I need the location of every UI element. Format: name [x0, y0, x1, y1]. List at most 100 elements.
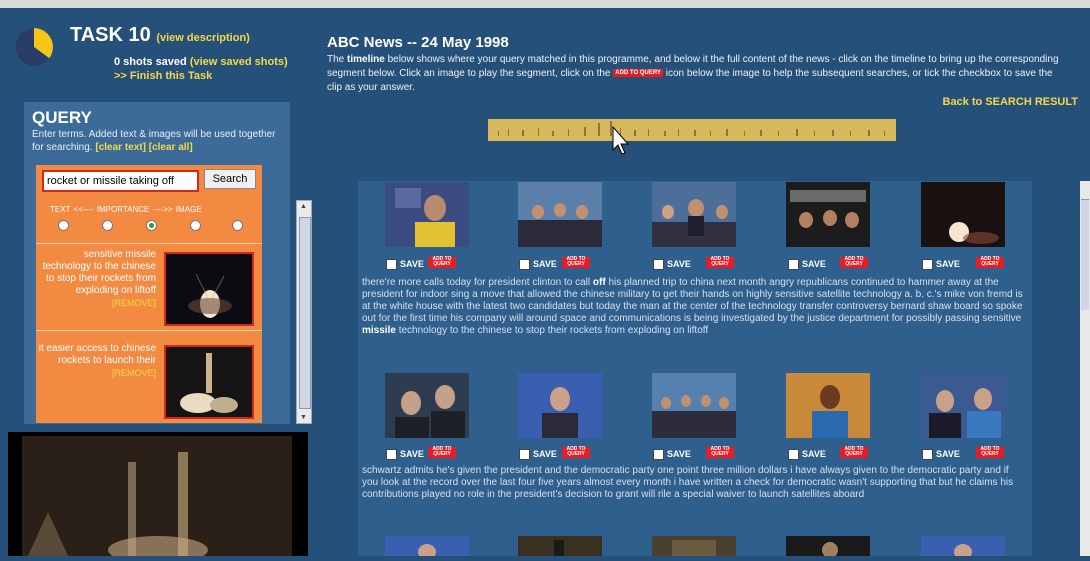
scrollbar-thumb[interactable]: [1081, 199, 1089, 310]
description-text: The: [327, 54, 348, 65]
scrollbar-thumb[interactable]: [299, 217, 311, 409]
segment-transcript: there're more calls today for president …: [362, 277, 1027, 337]
add-to-query-button[interactable]: ADD TO QUERY: [428, 257, 456, 268]
shots-saved-line: 0 shots saved (view saved shots): [114, 56, 288, 68]
this-week-image-icon: [385, 536, 469, 556]
studio-image-icon: [518, 536, 602, 556]
query-item-text: sensitive missile technology to the chin…: [42, 249, 156, 296]
matched-term: off: [592, 277, 606, 288]
woman-interview-image-icon: [786, 373, 870, 438]
add-to-query-button[interactable]: ADD TO QUERY: [840, 257, 868, 268]
transcript-text: there're more calls today for president …: [362, 277, 593, 288]
person-image-icon: [786, 536, 870, 556]
description-timeline-word: timeline: [347, 54, 385, 65]
importance-radio-1[interactable]: [58, 220, 69, 231]
importance-radio-4[interactable]: [190, 220, 201, 231]
clear-text-link[interactable]: [clear text]: [95, 142, 146, 153]
shots-saved-count: 0 shots saved: [114, 56, 187, 68]
save-label: SAVE: [802, 259, 826, 269]
rocket-launch-image-icon: [166, 347, 252, 417]
save-checkbox[interactable]: [386, 449, 397, 460]
press-conference-image-icon: [786, 182, 870, 247]
panel-discussion-image-icon: [518, 182, 602, 247]
this-week-interview-image-icon: [518, 373, 602, 438]
office-image-icon: [652, 536, 736, 556]
shot-thumbnail[interactable]: [921, 182, 1005, 247]
query-item-1: sensitive missile technology to the chin…: [38, 249, 156, 310]
shot-thumbnail[interactable]: [518, 536, 602, 556]
panel-discussion-image-icon: [652, 373, 736, 438]
shot-thumbnail[interactable]: [921, 373, 1005, 438]
back-to-search-result-link[interactable]: Back to SEARCH RESULT: [943, 96, 1078, 108]
shot-thumbnail[interactable]: [786, 182, 870, 247]
add-to-query-button[interactable]: ADD TO QUERY: [976, 257, 1004, 268]
query-item-1-thumbnail[interactable]: [164, 252, 254, 326]
shot-thumbnail[interactable]: [652, 536, 736, 556]
remove-link[interactable]: [REMOVE]: [112, 368, 156, 378]
save-checkbox[interactable]: [519, 449, 530, 460]
importance-scale-label: TEXT <<---- IMPORTANCE ---->> IMAGE: [50, 205, 202, 214]
add-to-query-button[interactable]: ADD TO QUERY: [562, 257, 590, 268]
shot-thumbnail[interactable]: [652, 182, 736, 247]
save-checkbox[interactable]: [386, 259, 397, 270]
importance-radio-5[interactable]: [232, 220, 243, 231]
clear-all-link[interactable]: [clear all]: [149, 142, 193, 153]
finish-task-link[interactable]: >> Finish this Task: [114, 70, 212, 82]
shot-thumbnail[interactable]: [385, 373, 469, 438]
scroll-up-icon[interactable]: ▲: [300, 203, 307, 210]
add-to-query-button[interactable]: ADD TO QUERY: [428, 447, 456, 458]
save-label: SAVE: [667, 259, 691, 269]
save-checkbox[interactable]: [922, 449, 933, 460]
save-label: SAVE: [400, 449, 424, 459]
shot-thumbnail[interactable]: [385, 536, 469, 556]
query-item-2: it easier access to chinese rockets to l…: [38, 343, 156, 380]
anchor-woman-image-icon: [385, 182, 469, 247]
importance-radio-3[interactable]: [146, 220, 157, 231]
panel-discussion-image-icon: [652, 182, 736, 247]
add-to-query-button[interactable]: ADD TO QUERY: [562, 447, 590, 458]
programme-timeline[interactable]: [488, 119, 896, 141]
search-button[interactable]: Search: [204, 169, 256, 189]
shot-thumbnail[interactable]: [921, 536, 1005, 556]
save-checkbox[interactable]: [788, 449, 799, 460]
video-player[interactable]: [8, 432, 308, 561]
save-label: SAVE: [936, 449, 960, 459]
importance-radio-2[interactable]: [102, 220, 113, 231]
query-item-2-thumbnail[interactable]: [164, 345, 254, 419]
save-checkbox[interactable]: [922, 259, 933, 270]
shot-thumbnail[interactable]: [518, 182, 602, 247]
save-label: SAVE: [802, 449, 826, 459]
query-builder: rocket or missile taking off Search TEXT…: [36, 165, 262, 423]
rocket-launch-image-icon: [166, 254, 252, 324]
save-checkbox[interactable]: [519, 259, 530, 270]
shot-thumbnail[interactable]: [652, 373, 736, 438]
results-scrollbar[interactable]: [1080, 181, 1090, 556]
shot-thumbnail[interactable]: [786, 373, 870, 438]
save-label: SAVE: [533, 259, 557, 269]
task-progress-pie-icon: [14, 28, 53, 66]
query-scrollbar[interactable]: ▲ ▼: [296, 200, 312, 424]
query-title: QUERY: [32, 108, 92, 127]
query-item-text: it easier access to chinese rockets to l…: [38, 343, 156, 366]
divider: [36, 330, 262, 331]
query-help: Enter terms. Added text & images will be…: [32, 128, 284, 154]
shot-thumbnail[interactable]: [385, 182, 469, 247]
rocket-video-frame-icon: [22, 436, 292, 561]
view-saved-shots-link[interactable]: (view saved shots): [190, 56, 288, 68]
remove-link[interactable]: [REMOVE]: [112, 298, 156, 308]
save-checkbox[interactable]: [653, 449, 664, 460]
add-to-query-button[interactable]: ADD TO QUERY: [976, 447, 1004, 458]
save-checkbox[interactable]: [653, 259, 664, 270]
shot-thumbnail[interactable]: [518, 373, 602, 438]
add-to-query-button[interactable]: ADD TO QUERY: [706, 447, 734, 458]
view-description-link[interactable]: (view description): [156, 32, 250, 44]
two-people-interview-image-icon: [921, 373, 1005, 438]
scroll-down-icon[interactable]: ▼: [300, 414, 307, 421]
shot-thumbnail[interactable]: [786, 536, 870, 556]
query-input[interactable]: rocket or missile taking off: [42, 170, 199, 192]
rocket-launch-image-icon: [921, 182, 1005, 247]
save-checkbox[interactable]: [788, 259, 799, 270]
add-to-query-button[interactable]: ADD TO QUERY: [840, 447, 868, 458]
add-to-query-button[interactable]: ADD TO QUERY: [706, 257, 734, 268]
save-label: SAVE: [533, 449, 557, 459]
